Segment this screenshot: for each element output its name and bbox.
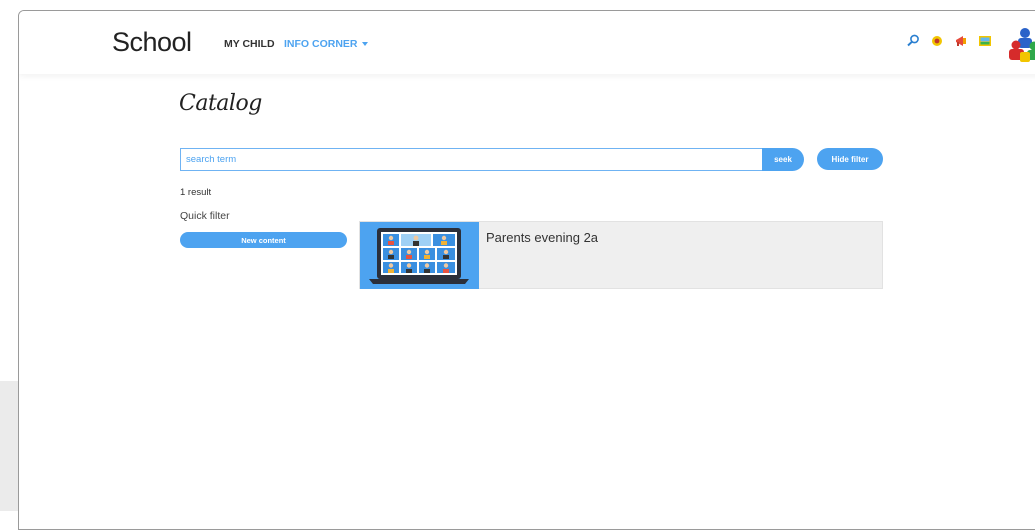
settings-icon[interactable] (929, 33, 945, 49)
page-title: Catalog (179, 91, 262, 116)
hide-filter-button[interactable]: Hide filter (817, 148, 883, 170)
pictures-icon[interactable] (977, 33, 993, 49)
app-window: School MY CHILD INFO CORNER (18, 10, 1035, 530)
video-conference-icon (360, 222, 479, 289)
result-count: 1 result (180, 187, 211, 198)
chevron-down-icon (362, 42, 368, 46)
nav-info-corner[interactable]: INFO CORNER (284, 38, 368, 50)
outer-background (0, 0, 18, 381)
new-content-button[interactable]: New content (180, 232, 347, 248)
top-navbar: School MY CHILD INFO CORNER (19, 11, 1035, 74)
brand-logo[interactable]: School (112, 27, 192, 58)
outer-background-panel (0, 381, 18, 511)
nav-info-corner-label: INFO CORNER (284, 38, 358, 50)
search-input[interactable] (180, 148, 762, 171)
avatar[interactable] (1005, 24, 1035, 64)
seek-button[interactable]: seek (762, 148, 804, 171)
result-title[interactable]: Parents evening 2a (486, 230, 598, 245)
nav-my-child[interactable]: MY CHILD (224, 38, 275, 50)
result-card[interactable]: Parents evening 2a (359, 221, 883, 289)
megaphone-icon[interactable] (953, 33, 969, 49)
quick-filter-label: Quick filter (180, 210, 230, 222)
search-icon[interactable] (905, 33, 921, 49)
